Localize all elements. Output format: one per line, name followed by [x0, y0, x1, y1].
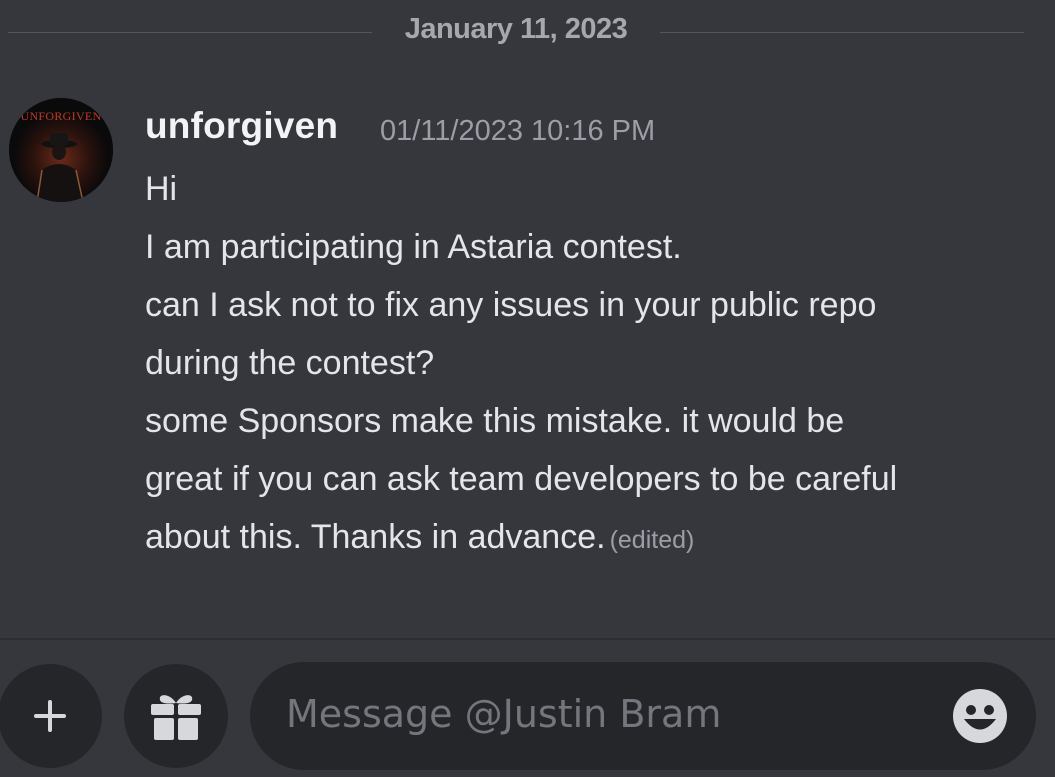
divider-line-left: [8, 32, 372, 33]
emoji-button[interactable]: [952, 688, 1008, 744]
message-line-last: about this. Thanks in advance. (edited): [145, 508, 1025, 569]
message-input-placeholder: Message @Justin Bram: [286, 692, 722, 736]
add-attachment-button[interactable]: [0, 664, 102, 768]
divider-line-right: [660, 32, 1024, 33]
message-line: great if you can ask team developers to …: [145, 460, 898, 498]
message-content: Hi I am participating in Astaria contest…: [145, 160, 1025, 569]
emoji-icon: [953, 689, 1007, 743]
date-divider: January 11, 2023: [0, 0, 1055, 66]
message-line-text: about this. Thanks in advance.: [145, 518, 606, 556]
avatar[interactable]: UNFORGIVEN: [9, 98, 113, 202]
message-line: can I ask not to fix any issues in your …: [145, 286, 877, 324]
message-line: during the contest?: [145, 344, 435, 382]
message-line: Hi: [145, 170, 178, 208]
gift-icon: [151, 695, 201, 740]
composer-separator: [0, 638, 1055, 640]
message-line: I am participating in Astaria contest.: [145, 228, 682, 266]
date-divider-label: January 11, 2023: [404, 13, 628, 45]
avatar-logo-text: UNFORGIVEN: [21, 109, 102, 123]
gift-button[interactable]: [124, 664, 228, 768]
message-input[interactable]: Message @Justin Bram: [250, 662, 1036, 770]
message-timestamp: 01/11/2023 10:16 PM: [380, 115, 656, 147]
message-author[interactable]: unforgiven: [145, 105, 338, 147]
edited-label: (edited): [609, 526, 695, 554]
message-line: some Sponsors make this mistake. it woul…: [145, 402, 845, 440]
plus-icon: [34, 700, 66, 732]
